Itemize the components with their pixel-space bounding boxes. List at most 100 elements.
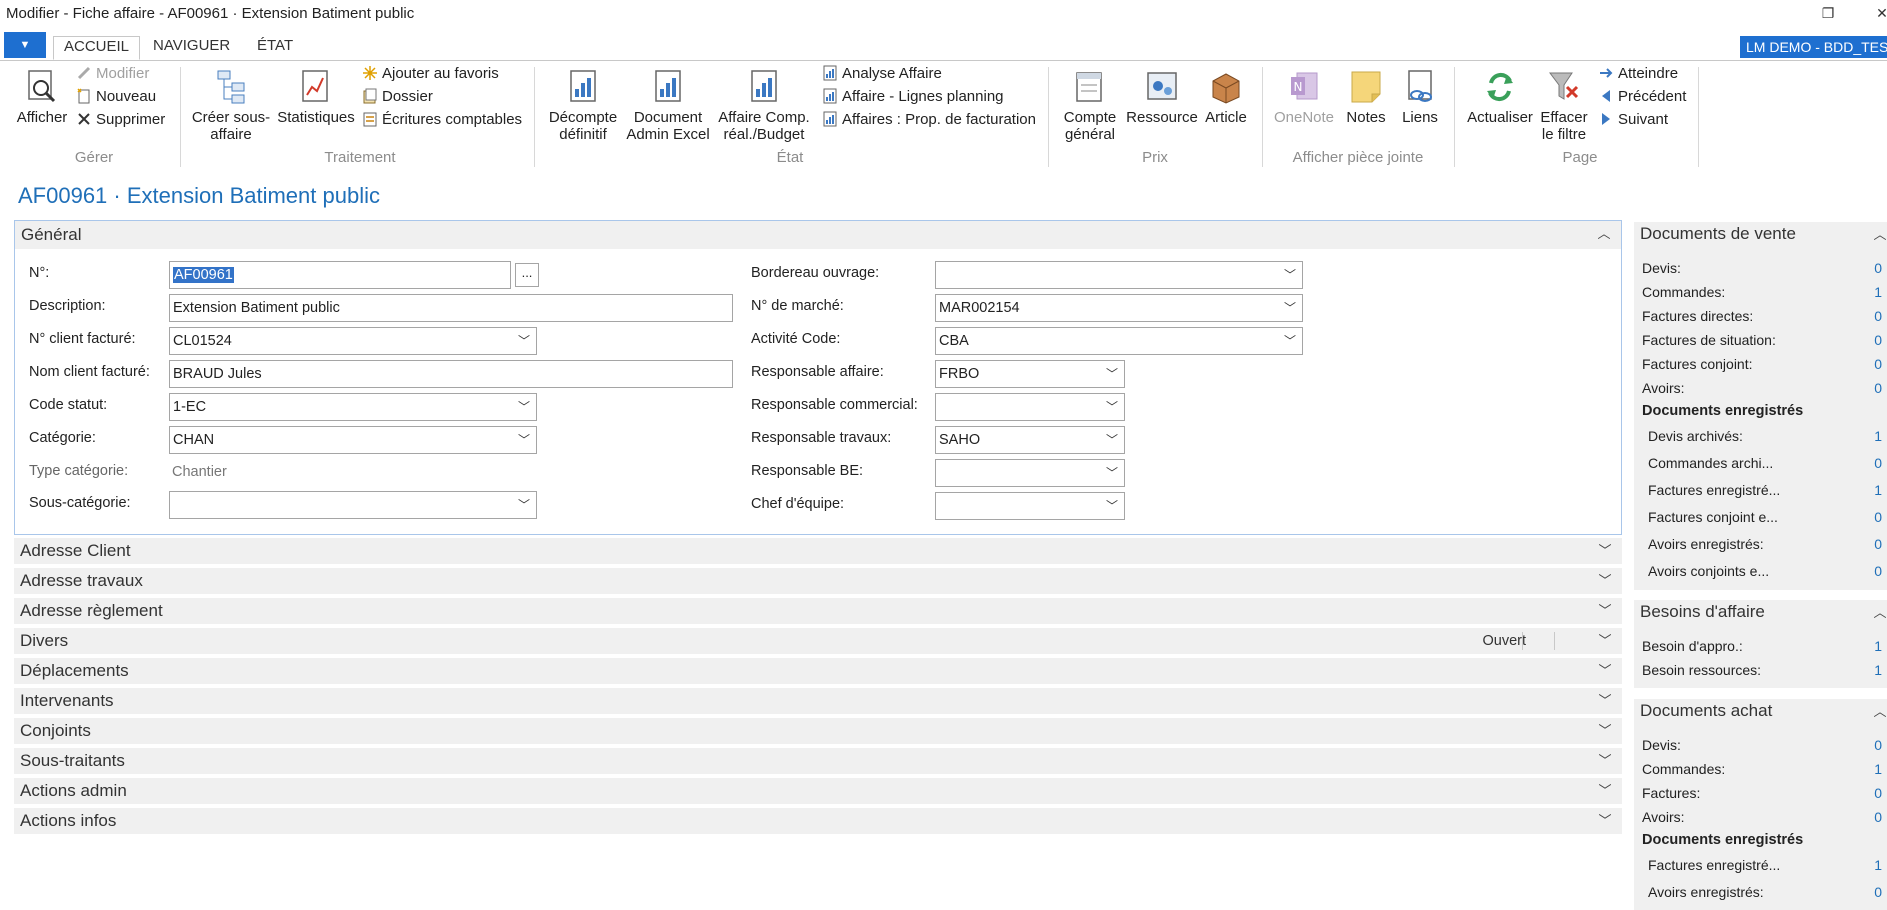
fasttab-intervenants[interactable]: Intervenants ﹀: [14, 688, 1622, 714]
chevron-down-icon[interactable]: ﹀: [1598, 574, 1612, 588]
factbox-row-value[interactable]: 0: [1874, 455, 1882, 471]
fasttab-actions-infos[interactable]: Actions infos ﹀: [14, 808, 1622, 834]
factbox-row[interactable]: Commandes: 1: [1642, 284, 1882, 304]
factbox-row-value[interactable]: 0: [1874, 332, 1882, 348]
ajouter-favoris-button[interactable]: Ajouter au favoris: [362, 64, 499, 84]
file-menu-button[interactable]: ▼: [4, 32, 46, 58]
marche-select[interactable]: MAR002154 ﹀: [935, 294, 1303, 322]
factbox-row[interactable]: Factures enregistré... 1: [1648, 857, 1882, 877]
client-facture-select[interactable]: CL01524 ﹀: [169, 327, 537, 355]
factbox-row[interactable]: Commandes: 1: [1642, 761, 1882, 781]
factbox-row[interactable]: Avoirs conjoints e... 0: [1648, 563, 1882, 583]
statistiques-button[interactable]: Statistiques: [276, 69, 356, 126]
fasttab-adresse-reglement[interactable]: Adresse règlement ﹀: [14, 598, 1622, 624]
chef-equipe-select[interactable]: ﹀: [935, 492, 1125, 520]
article-button[interactable]: Article: [1198, 69, 1254, 126]
fasttab-adresse-travaux[interactable]: Adresse travaux ﹀: [14, 568, 1622, 594]
chevron-down-icon[interactable]: ﹀: [1598, 664, 1612, 678]
nom-client-field[interactable]: BRAUD Jules: [169, 360, 733, 388]
fasttab-deplacements[interactable]: Déplacements ﹀: [14, 658, 1622, 684]
factbox-row[interactable]: Devis archivés: 1: [1648, 428, 1882, 448]
factbox-row[interactable]: Factures: 0: [1642, 785, 1882, 805]
onenote-button[interactable]: N OneNote: [1268, 69, 1340, 126]
factbox-row[interactable]: Avoirs enregistrés: 0: [1648, 884, 1882, 904]
factbox-row[interactable]: Besoin ressources: 1: [1642, 662, 1882, 682]
factbox-row-value[interactable]: 0: [1874, 884, 1882, 900]
factbox-row-value[interactable]: 0: [1874, 260, 1882, 276]
factbox-row-value[interactable]: 1: [1874, 284, 1882, 300]
close-window-icon[interactable]: ✕: [1862, 2, 1887, 24]
modifier-button[interactable]: Modifier: [76, 64, 149, 84]
fasttab-general-header[interactable]: Général ︿: [15, 221, 1621, 249]
precedent-button[interactable]: Précédent: [1598, 87, 1686, 107]
chevron-down-icon[interactable]: ﹀: [1598, 634, 1612, 648]
suivant-button[interactable]: Suivant: [1598, 110, 1668, 130]
factbox-row-value[interactable]: 1: [1874, 482, 1882, 498]
restore-window-icon[interactable]: ❐: [1808, 2, 1848, 24]
resp-affaire-select[interactable]: FRBO ﹀: [935, 360, 1125, 388]
fasttab-actions-admin[interactable]: Actions admin ﹀: [14, 778, 1622, 804]
affaire-comp-button[interactable]: Affaire Comp. réal./Budget: [716, 69, 812, 143]
effacer-filtre-button[interactable]: Effacer le filtre: [1538, 69, 1590, 143]
compte-general-button[interactable]: Compte général: [1054, 69, 1126, 143]
chevron-up-icon[interactable]: ︿: [1873, 606, 1887, 620]
liens-button[interactable]: Liens: [1394, 69, 1446, 126]
supprimer-button[interactable]: Supprimer: [76, 110, 165, 130]
factbox-row-value[interactable]: 0: [1874, 785, 1882, 801]
factbox-row[interactable]: Commandes archi... 0: [1648, 455, 1882, 475]
factbox-row-value[interactable]: 0: [1874, 809, 1882, 825]
chevron-up-icon[interactable]: ︿: [1873, 705, 1887, 719]
factbox-row-value[interactable]: 0: [1874, 308, 1882, 324]
factbox-row[interactable]: Factures de situation: 0: [1642, 332, 1882, 352]
activite-select[interactable]: CBA ﹀: [935, 327, 1303, 355]
document-admin-excel-button[interactable]: Document Admin Excel: [624, 69, 712, 143]
factbox-row-value[interactable]: 1: [1874, 857, 1882, 873]
resp-travaux-select[interactable]: SAHO ﹀: [935, 426, 1125, 454]
chevron-down-icon[interactable]: ﹀: [1598, 754, 1612, 768]
factbox-row[interactable]: Avoirs enregistrés: 0: [1648, 536, 1882, 556]
factbox-row[interactable]: Besoin d'appro.: 1: [1642, 638, 1882, 658]
analyse-affaire-button[interactable]: Analyse Affaire: [822, 64, 942, 84]
bordereau-select[interactable]: ﹀: [935, 261, 1303, 289]
resp-commercial-select[interactable]: ﹀: [935, 393, 1125, 421]
tab-accueil[interactable]: ACCUEIL: [53, 36, 141, 60]
chevron-down-icon[interactable]: ﹀: [1598, 604, 1612, 618]
factbox-row[interactable]: Devis: 0: [1642, 737, 1882, 757]
description-field[interactable]: Extension Batiment public: [169, 294, 733, 322]
atteindre-button[interactable]: Atteindre: [1598, 64, 1678, 84]
chevron-down-icon[interactable]: ﹀: [1598, 814, 1612, 828]
chevron-down-icon[interactable]: ﹀: [1598, 694, 1612, 708]
tab-etat[interactable]: ÉTAT: [247, 36, 303, 60]
factbox-row-value[interactable]: 0: [1874, 380, 1882, 396]
dossier-button[interactable]: Dossier: [362, 87, 433, 107]
ressource-button[interactable]: Ressource: [1126, 69, 1198, 126]
chevron-down-icon[interactable]: ﹀: [1598, 724, 1612, 738]
factbox-row-value[interactable]: 1: [1874, 428, 1882, 444]
nouveau-button[interactable]: Nouveau: [76, 87, 156, 107]
fasttab-conjoints[interactable]: Conjoints ﹀: [14, 718, 1622, 744]
prop-facturation-button[interactable]: Affaires : Prop. de facturation: [822, 110, 1036, 130]
ecritures-comptables-button[interactable]: Écritures comptables: [362, 110, 522, 130]
factbox-row[interactable]: Avoirs: 0: [1642, 809, 1882, 829]
factbox-row[interactable]: Factures conjoint: 0: [1642, 356, 1882, 376]
factbox-row-value[interactable]: 0: [1874, 356, 1882, 372]
chevron-down-icon[interactable]: ﹀: [1598, 544, 1612, 558]
code-statut-select[interactable]: 1-EC ﹀: [169, 393, 537, 421]
factbox-row-value[interactable]: 1: [1874, 638, 1882, 654]
factbox-row[interactable]: Factures conjoint e... 0: [1648, 509, 1882, 529]
tab-naviguer[interactable]: NAVIGUER: [143, 36, 240, 60]
factbox-row-value[interactable]: 1: [1874, 662, 1882, 678]
chevron-up-icon[interactable]: ︿: [1597, 227, 1611, 241]
fasttab-divers[interactable]: Divers Ouvert ﹀: [14, 628, 1622, 654]
factbox-row-value[interactable]: 0: [1874, 509, 1882, 525]
resp-be-select[interactable]: ﹀: [935, 459, 1125, 487]
factbox-row-value[interactable]: 0: [1874, 563, 1882, 579]
no-lookup-button[interactable]: ...: [515, 263, 539, 287]
lignes-planning-button[interactable]: Affaire - Lignes planning: [822, 87, 1004, 107]
no-field[interactable]: AF00961: [169, 261, 511, 289]
factbox-row[interactable]: Factures enregistré... 1: [1648, 482, 1882, 502]
factbox-row[interactable]: Factures directes: 0: [1642, 308, 1882, 328]
creer-sous-affaire-button[interactable]: Créer sous- affaire: [190, 69, 272, 143]
factbox-row-value[interactable]: 0: [1874, 536, 1882, 552]
actualiser-button[interactable]: Actualiser: [1462, 69, 1538, 126]
